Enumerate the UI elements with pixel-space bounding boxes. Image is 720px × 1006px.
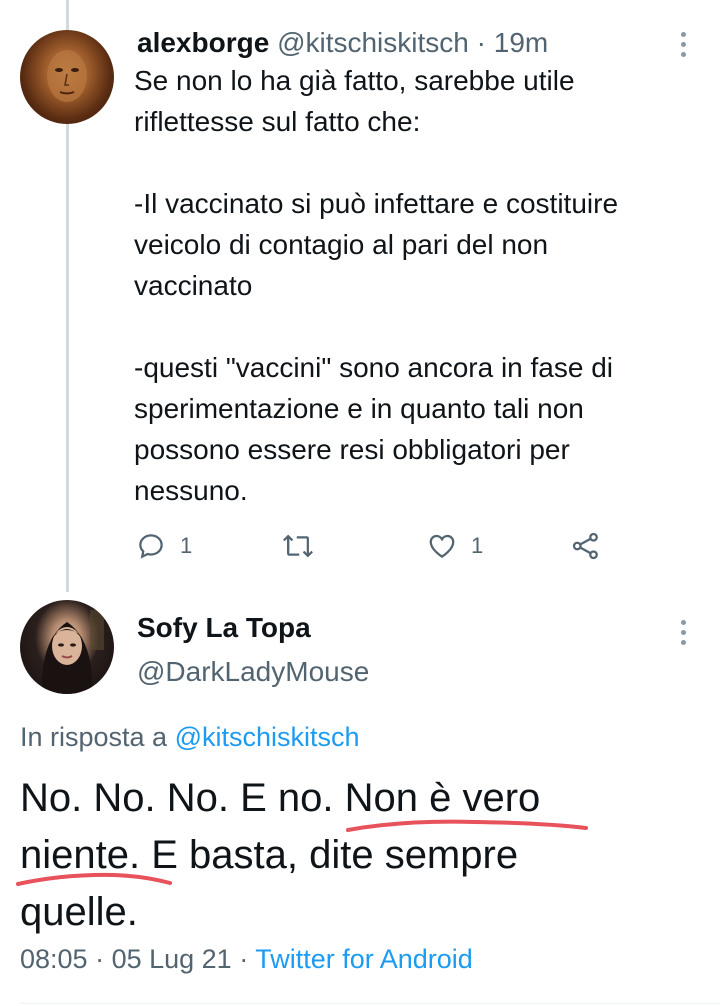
separator: · [231,944,256,974]
annotation-underline [16,872,172,886]
tweet-time: 08:05 [20,944,88,974]
like-button[interactable]: 1 [427,526,483,566]
tweet-text: No. No. No. E no. Non è vero niente. E b… [20,776,541,934]
tweet1-header: alexborge @kitschiskitsch · 19m [137,26,548,60]
annotation-underline [346,819,588,832]
reply-handle-link[interactable]: @kitschiskitsch [175,722,360,752]
like-icon [429,534,455,558]
share-icon [572,532,598,560]
reply-prefix: In risposta a [20,722,175,752]
author-handle[interactable]: @DarkLadyMouse [137,656,369,688]
reply-button[interactable]: 1 [136,526,192,566]
client-link[interactable]: Twitter for Android [255,944,473,974]
author-handle[interactable]: @kitschiskitsch [277,27,469,58]
reply-icon [139,534,163,559]
avatar-sofy-la-topa[interactable] [20,600,114,694]
separator: · [87,944,112,974]
reply-context: In risposta a @kitschiskitsch [20,722,360,753]
like-count: 1 [471,533,484,558]
tweet-date: 05 Lug 21 [111,944,232,974]
more-vertical-icon[interactable] [681,32,687,58]
author-name[interactable]: Sofy La Topa [137,612,311,644]
avatar-alexborge[interactable] [20,30,114,124]
retweet-button[interactable] [282,526,314,566]
separator: · [468,27,494,58]
tweet-meta: 08:05 · 05 Lug 21 · Twitter for Android [20,944,473,975]
share-button[interactable] [570,526,602,566]
reply-count: 1 [180,533,193,558]
more-vertical-icon[interactable] [681,620,687,646]
tweet-text: Se non lo ha già fatto, sarebbe utile ri… [134,65,619,506]
timestamp[interactable]: 19m [494,27,548,58]
divider [20,1003,720,1004]
retweet-icon [283,534,313,558]
author-name[interactable]: alexborge [137,27,269,58]
